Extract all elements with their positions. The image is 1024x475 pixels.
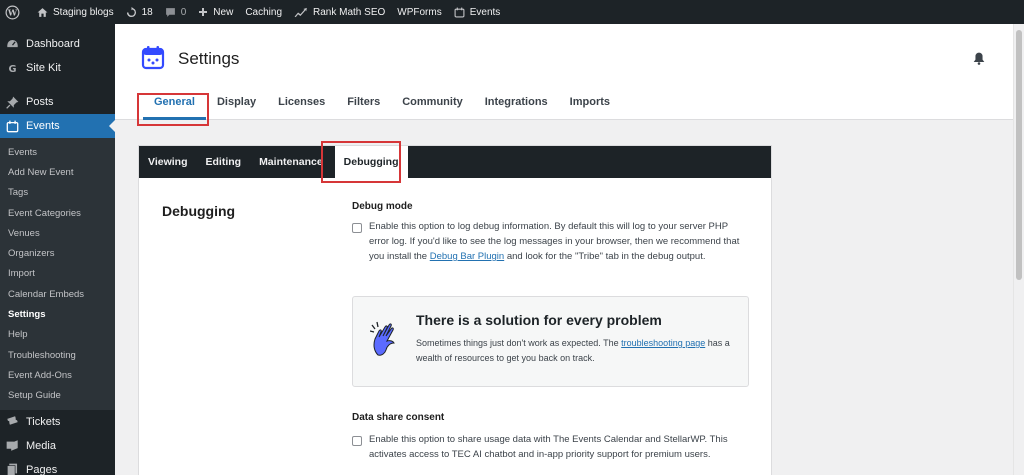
events-calendar-icon <box>141 46 165 70</box>
menu-label: Tickets <box>26 415 61 428</box>
callout-text-part: Sometimes things just don't work as expe… <box>416 338 622 348</box>
wordpress-icon: W <box>5 5 20 19</box>
tab-imports[interactable]: Imports <box>559 96 621 120</box>
subtab-maintenance[interactable]: Maintenance <box>250 146 332 178</box>
rank-math-icon <box>294 7 307 17</box>
comment-icon <box>165 7 175 17</box>
menu-label: Posts <box>26 96 54 108</box>
new-label: New <box>213 6 234 18</box>
caching-label: Caching <box>245 6 283 18</box>
submenu-item[interactable]: Add New Event <box>0 162 115 182</box>
debug-bar-plugin-link[interactable]: Debug Bar Plugin <box>430 251 504 262</box>
settings-header: Settings General Display Licenses Filter… <box>115 24 1013 126</box>
page-scrollbar[interactable] <box>1013 24 1024 475</box>
dashboard-icon <box>7 39 18 47</box>
events-label: Events <box>469 6 501 18</box>
submenu-item[interactable]: Help <box>0 325 115 345</box>
highlight-box-general <box>137 93 209 126</box>
events-link[interactable]: Events <box>448 0 507 24</box>
comments-link[interactable]: 0 <box>159 0 193 24</box>
page-title: Settings <box>178 49 240 68</box>
submenu-item[interactable]: Troubleshooting <box>0 345 115 365</box>
wpforms-label: WPForms <box>397 6 442 18</box>
settings-panel: Viewing Editing Maintenance Debugging De… <box>138 141 772 475</box>
updates-link[interactable]: 18 <box>120 0 159 24</box>
submenu-item[interactable]: Calendar Embeds <box>0 284 115 304</box>
menu-label: Dashboard <box>26 38 80 50</box>
site-name-link[interactable]: Staging blogs <box>31 0 120 24</box>
tab-licenses[interactable]: Licenses <box>267 96 336 120</box>
subtab-viewing[interactable]: Viewing <box>139 146 196 178</box>
media-icon <box>6 440 18 452</box>
wpforms-link[interactable]: WPForms <box>391 0 447 24</box>
site-kit-icon: G <box>8 63 16 74</box>
debug-mode-title: Debug mode <box>352 201 413 212</box>
updates-icon <box>126 6 136 17</box>
tab-community[interactable]: Community <box>391 96 474 120</box>
ticket-icon <box>7 416 18 426</box>
callout-title: There is a solution for every problem <box>416 312 662 328</box>
waving-hands-icon <box>370 321 395 356</box>
updates-count: 18 <box>141 6 153 18</box>
submenu-item[interactable]: Event Add-Ons <box>0 365 115 385</box>
menu-label: Media <box>26 439 56 452</box>
tab-display[interactable]: Display <box>206 96 267 120</box>
pages-icon <box>6 464 18 475</box>
menu-item-events[interactable]: Events <box>0 114 115 138</box>
troubleshooting-callout: There is a solution for every problem So… <box>352 296 749 387</box>
home-icon <box>37 7 48 17</box>
caching-link[interactable]: Caching <box>239 0 288 24</box>
tab-integrations[interactable]: Integrations <box>474 96 559 120</box>
debug-desc-text: and look for the "Tribe" tab in the debu… <box>504 251 706 262</box>
highlight-box-debugging <box>321 141 401 183</box>
calendar-icon <box>6 120 19 132</box>
site-name: Staging blogs <box>53 6 114 18</box>
troubleshooting-page-link[interactable]: troubleshooting page <box>621 338 705 348</box>
menu-label: Site Kit <box>26 62 61 74</box>
data-share-checkbox[interactable] <box>352 436 362 446</box>
menu-item-site-kit[interactable]: G Site Kit <box>0 56 115 80</box>
menu-item-tickets[interactable]: Tickets <box>0 410 115 434</box>
subtabs-bar: Viewing Editing Maintenance Debugging <box>139 146 771 178</box>
submenu-item[interactable]: Venues <box>0 223 115 243</box>
submenu-item[interactable]: Import <box>0 264 115 284</box>
callout-text: Sometimes things just don't work as expe… <box>416 336 736 366</box>
submenu-item[interactable]: Setup Guide <box>0 386 115 406</box>
menu-label: Pages <box>26 463 58 475</box>
menu-item-media[interactable]: Media <box>0 434 115 458</box>
rank-math-link[interactable]: Rank Math SEO <box>288 0 391 24</box>
submenu-item[interactable]: Event Categories <box>0 203 115 223</box>
calendar-icon <box>454 7 465 17</box>
main-content: Settings General Display Licenses Filter… <box>115 24 1013 475</box>
debug-mode-description: Enable this option to log debug informat… <box>369 219 749 264</box>
submenu-item[interactable]: Tags <box>0 183 115 203</box>
admin-bar: W Staging blogs 18 0 New Caching Rank Ma… <box>0 0 1024 24</box>
scrollbar-thumb[interactable] <box>1016 30 1022 280</box>
menu-item-pages[interactable]: Pages <box>0 458 115 475</box>
subtab-editing[interactable]: Editing <box>196 146 250 178</box>
data-share-description: Enable this option to share usage data w… <box>369 434 728 460</box>
wordpress-logo-button[interactable]: W <box>0 0 31 24</box>
comments-count: 0 <box>180 6 187 18</box>
menu-item-posts[interactable]: Posts <box>0 90 115 114</box>
bell-icon[interactable] <box>973 52 985 65</box>
svg-text:G: G <box>8 63 16 74</box>
plus-icon <box>199 8 208 16</box>
menu-label: Events <box>26 120 60 132</box>
admin-sidebar: Dashboard G Site Kit Posts Events Events… <box>0 24 115 475</box>
events-submenu: Events Add New Event Tags Event Categori… <box>0 138 115 410</box>
tab-filters[interactable]: Filters <box>336 96 391 120</box>
submenu-item-settings[interactable]: Settings <box>0 304 115 324</box>
data-share-title: Data share consent <box>352 412 445 423</box>
pin-icon <box>6 96 19 109</box>
new-content-link[interactable]: New <box>192 0 239 24</box>
debug-mode-checkbox[interactable] <box>352 223 362 233</box>
submenu-item[interactable]: Organizers <box>0 243 115 263</box>
svg-text:W: W <box>7 7 18 17</box>
submenu-item[interactable]: Events <box>0 142 115 162</box>
rank-math-label: Rank Math SEO <box>313 6 386 18</box>
section-title: Debugging <box>162 203 236 219</box>
settings-tabs: General Display Licenses Filters Communi… <box>143 96 621 120</box>
menu-item-dashboard[interactable]: Dashboard <box>0 32 115 56</box>
